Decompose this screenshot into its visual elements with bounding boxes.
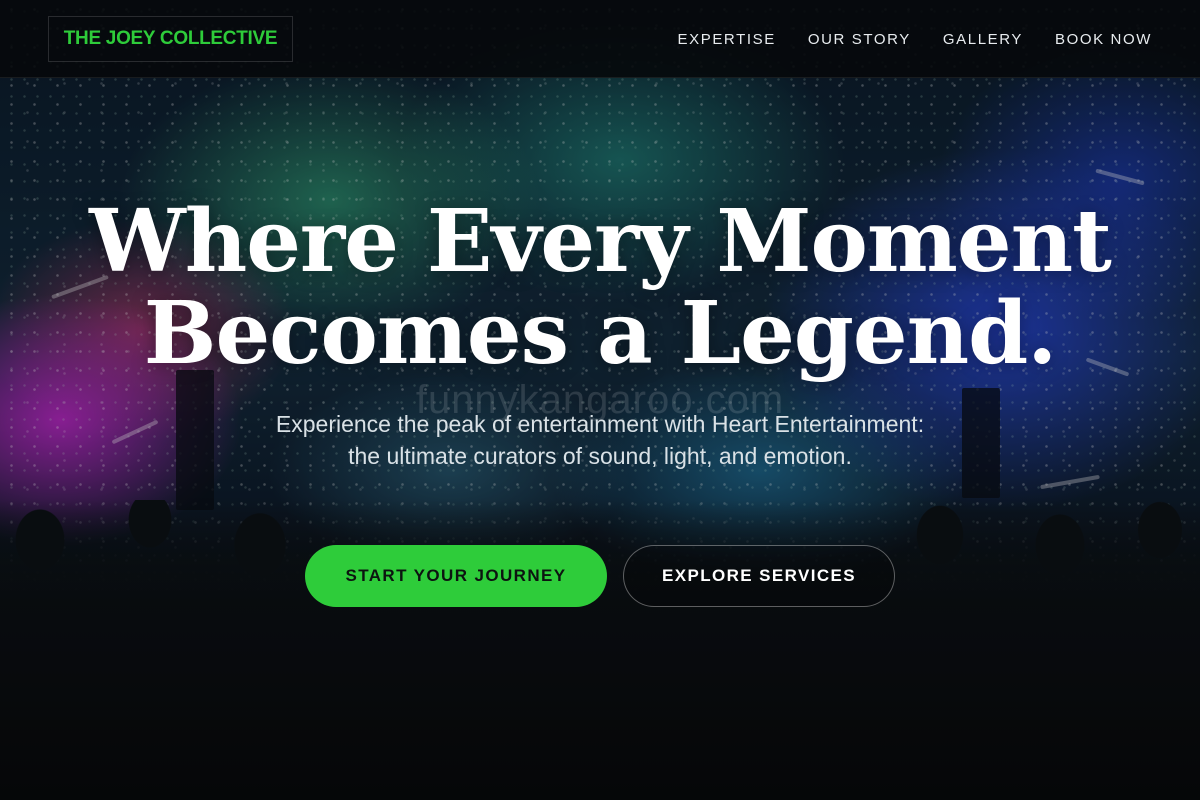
start-journey-button[interactable]: START YOUR JOURNEY	[305, 545, 607, 607]
hero-headline-line-1: Where Every Moment	[89, 191, 1112, 292]
explore-services-button[interactable]: EXPLORE SERVICES	[623, 545, 895, 607]
site-logo[interactable]: THE JOEY COLLECTIVE	[48, 16, 293, 62]
nav-link-expertise[interactable]: EXPERTISE	[678, 31, 776, 48]
nav-link-gallery[interactable]: GALLERY	[943, 31, 1023, 48]
hero-subtitle: Experience the peak of entertainment wit…	[275, 411, 925, 469]
nav-link-our-story[interactable]: OUR STORY	[808, 31, 911, 48]
nav-link-book-now[interactable]: BOOK NOW	[1055, 31, 1152, 48]
hero-headline: Where Every Moment Becomes a Legend.	[0, 196, 1200, 380]
hero-headline-line-2: Becomes a Legend.	[143, 283, 1058, 384]
top-navbar: THE JOEY COLLECTIVE EXPERTISE OUR STORY …	[0, 0, 1200, 78]
landing-page: THE JOEY COLLECTIVE EXPERTISE OUR STORY …	[0, 0, 1200, 800]
main-nav: EXPERTISE OUR STORY GALLERY BOOK NOW	[678, 0, 1152, 78]
